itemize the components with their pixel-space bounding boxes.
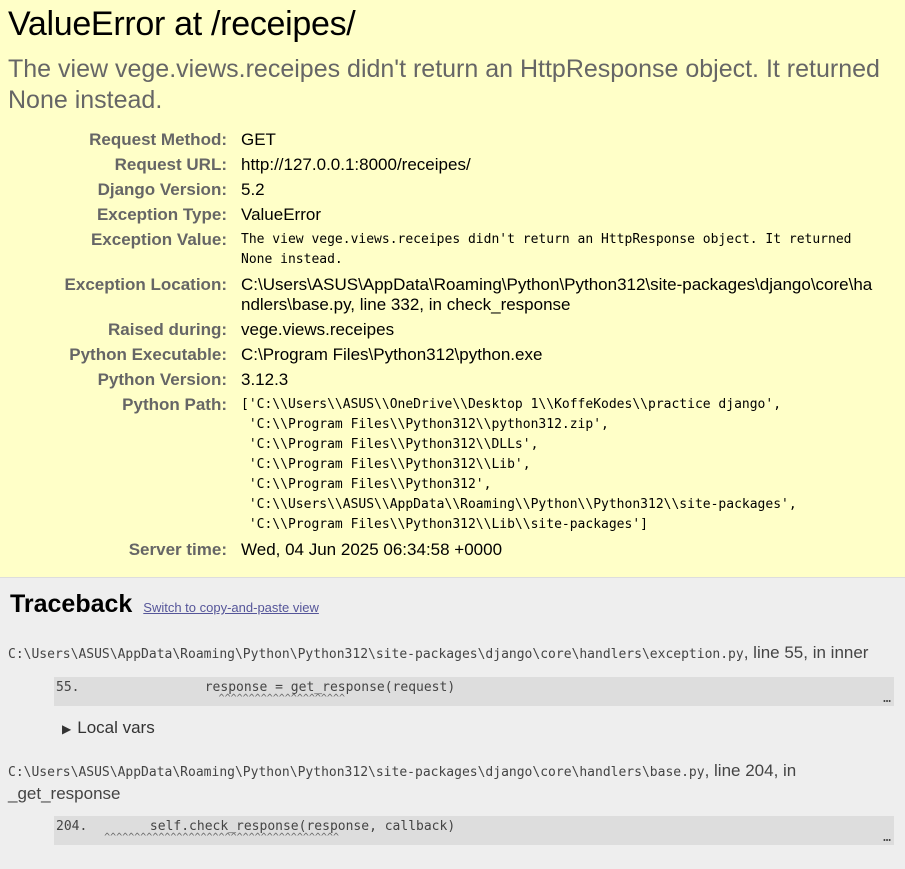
frame-file-path: C:\Users\ASUS\AppData\Roaming\Python\Pyt…: [8, 765, 705, 780]
page-title: ValueError at /receipes/: [8, 5, 356, 43]
meta-value: vege.views.receipes: [241, 320, 395, 339]
caret-marker: ^^^^^^^^^^^^^^^^^^^^^^^^^^^^^^^^^^^^^^^: [56, 832, 339, 843]
meta-value: Wed, 04 Jun 2025 06:34:58 +0000: [241, 540, 503, 559]
meta-label: Python Path:: [122, 395, 227, 414]
meta-label: Raised during:: [107, 320, 227, 339]
frame-location: C:\Users\ASUS\AppData\Roaming\Python\Pyt…: [8, 760, 897, 804]
meta-label: Exception Value:: [90, 230, 227, 249]
code-context[interactable]: 55. response = get_response(request) ^^^…: [54, 677, 894, 706]
meta-row-request-url: Request URL: http://127.0.0.1:8000/recei…: [8, 155, 881, 180]
exception-message: The view vege.views.receipes didn't retu…: [8, 55, 880, 114]
caret-marker: ^^^^^^^^^^^^^^^^^^^^^: [56, 693, 345, 704]
frame-location: C:\Users\ASUS\AppData\Roaming\Python\Pyt…: [8, 642, 897, 665]
meta-value: ValueError: [241, 205, 321, 224]
meta-row-django-version: Django Version: 5.2: [8, 180, 881, 205]
meta-row-python-path: Python Path: ['C:\\Users\\ASUS\\OneDrive…: [8, 395, 881, 540]
frame-file-path: C:\Users\ASUS\AppData\Roaming\Python\Pyt…: [8, 647, 744, 662]
meta-value: ['C:\\Users\\ASUS\\OneDrive\\Desktop 1\\…: [241, 397, 797, 532]
disclosure-triangle-icon: ▶: [62, 722, 72, 736]
meta-row-exception-location: Exception Location: C:\Users\ASUS\AppDat…: [8, 275, 881, 320]
expand-context-ellipsis[interactable]: …: [883, 830, 891, 845]
meta-label: Python Executable:: [69, 345, 227, 364]
code-context[interactable]: 204. self.check_response(response, callb…: [54, 816, 894, 845]
meta-label: Django Version:: [97, 180, 227, 199]
meta-row-raised-during: Raised during: vege.views.receipes: [8, 320, 881, 345]
frame-line-info: , line 55, in inner: [743, 643, 869, 662]
meta-value: 3.12.3: [241, 370, 289, 389]
meta-label: Server time:: [128, 540, 227, 559]
meta-value: The view vege.views.receipes didn't retu…: [241, 232, 852, 267]
traceback-frame: C:\Users\ASUS\AppData\Roaming\Python\Pyt…: [8, 760, 897, 845]
traceback-heading: Traceback Switch to copy-and-paste view: [10, 588, 897, 624]
meta-label: Request URL:: [114, 155, 227, 174]
meta-row-python-version: Python Version: 3.12.3: [8, 370, 881, 395]
meta-label: Python Version:: [97, 370, 227, 389]
traceback-title: Traceback: [10, 590, 133, 618]
meta-label: Exception Type:: [96, 205, 227, 224]
expand-context-ellipsis[interactable]: …: [883, 691, 891, 706]
meta-row-server-time: Server time: Wed, 04 Jun 2025 06:34:58 +…: [8, 540, 881, 565]
meta-row-exception-value: Exception Value: The view vege.views.rec…: [8, 230, 881, 275]
request-meta-table: Request Method: GET Request URL: http://…: [8, 130, 881, 565]
meta-row-exception-type: Exception Type: ValueError: [8, 205, 881, 230]
meta-row-request-method: Request Method: GET: [8, 130, 881, 155]
meta-value: C:\Program Files\Python312\python.exe: [241, 345, 543, 364]
local-vars-label: Local vars: [77, 718, 155, 737]
meta-label: Request Method:: [89, 130, 227, 149]
meta-value: http://127.0.0.1:8000/receipes/: [241, 155, 471, 174]
meta-value: 5.2: [241, 180, 265, 199]
traceback-frame: C:\Users\ASUS\AppData\Roaming\Python\Pyt…: [8, 642, 897, 738]
traceback-section: Traceback Switch to copy-and-paste view …: [0, 578, 905, 869]
switch-to-copy-paste-link[interactable]: Switch to copy-and-paste view: [143, 600, 319, 615]
meta-row-python-executable: Python Executable: C:\Program Files\Pyth…: [8, 345, 881, 370]
local-vars-toggle[interactable]: ▶ Local vars: [62, 718, 897, 738]
meta-value: C:\Users\ASUS\AppData\Roaming\Python\Pyt…: [241, 275, 873, 314]
meta-label: Exception Location:: [64, 275, 227, 294]
summary-panel: ValueError at /receipes/ The view vege.v…: [0, 0, 905, 578]
meta-value: GET: [241, 130, 276, 149]
